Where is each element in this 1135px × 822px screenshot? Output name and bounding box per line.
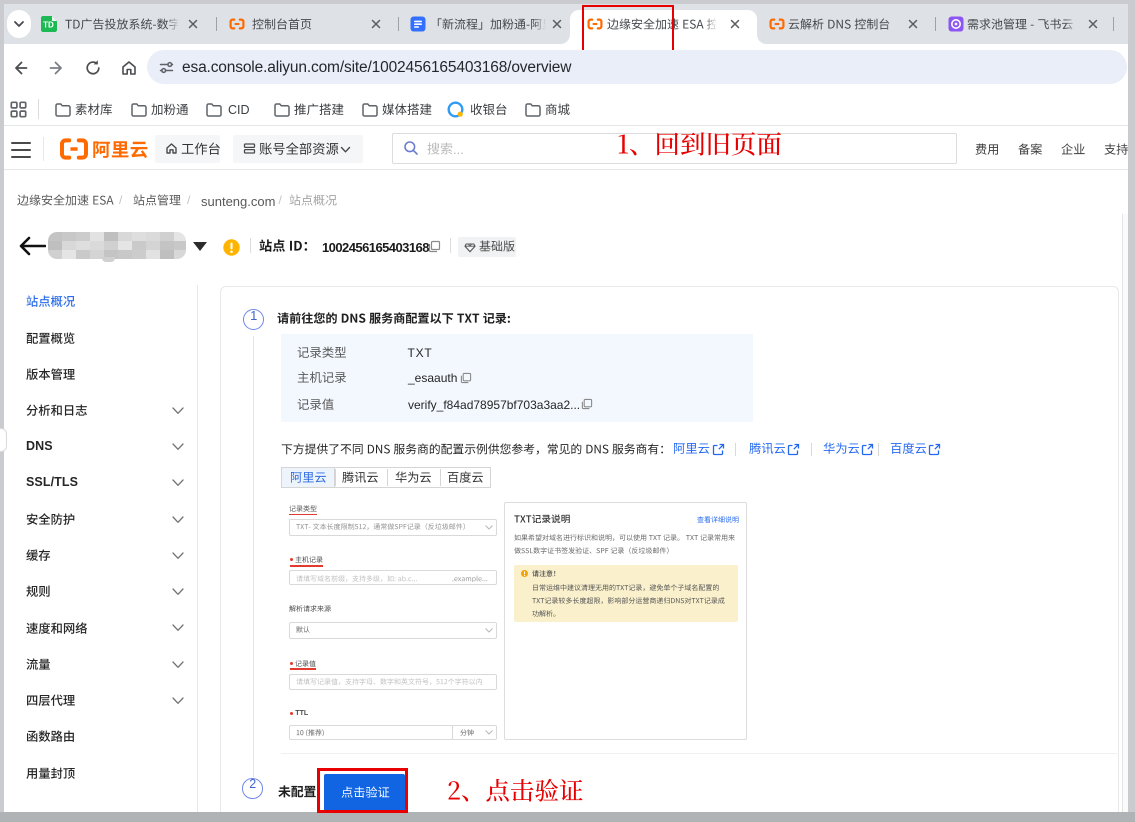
svg-text:TD: TD: [43, 21, 54, 30]
